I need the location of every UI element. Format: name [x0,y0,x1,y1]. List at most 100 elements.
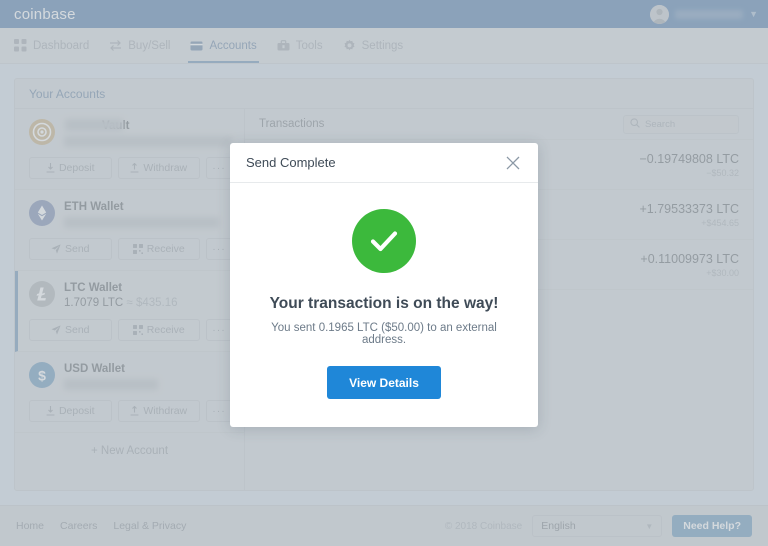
nav-label: Dashboard [33,39,90,52]
footer-right: © 2018 Coinbase English ▼ Need Help? [445,515,752,537]
transaction-fiat-amount: +$454.65 [701,217,739,228]
account-item-vault[interactable]: Vault Deposit [15,109,244,190]
download-arrow-icon [46,406,55,416]
more-options-button[interactable]: ··· [206,238,232,260]
search-placeholder: Search [645,118,676,130]
more-options-button[interactable]: ··· [206,400,232,422]
nav-item-tools[interactable]: Tools [267,28,333,63]
account-actions: Deposit Withdraw ··· [29,400,232,422]
need-help-button[interactable]: Need Help? [672,515,752,537]
receive-button[interactable]: Receive [117,319,200,341]
button-label: Deposit [58,162,95,174]
nav-item-settings[interactable]: Settings [333,28,414,63]
top-brand-bar: coinbase ▼ [0,0,768,28]
user-menu[interactable]: ▼ [650,0,758,28]
check-circle-icon [352,209,416,273]
account-balance-blurred [64,136,232,147]
nav-item-dashboard[interactable]: Dashboard [14,28,99,63]
account-meta: ETH Wallet [64,200,232,228]
new-account-button[interactable]: + New Account [15,433,244,490]
user-avatar-icon [650,4,670,24]
transaction-fiat-amount: +$30.00 [706,267,739,278]
ethereum-icon [29,200,55,226]
account-item-eth-wallet[interactable]: ETH Wallet Send Receive ··· [15,190,244,271]
svg-text:$: $ [38,368,46,384]
close-icon[interactable] [504,154,522,172]
account-actions: Send Receive ··· [29,238,232,260]
toolbox-icon [277,39,290,52]
usd-dollar-icon: $ [29,362,55,388]
more-dots-icon: ··· [212,243,226,255]
nav-label: Buy/Sell [128,39,171,52]
withdraw-button[interactable]: Withdraw [117,400,200,422]
paper-plane-icon [51,244,61,254]
nav-item-accounts[interactable]: Accounts [180,28,266,63]
coinbase-logo[interactable]: coinbase [14,6,76,23]
more-options-button[interactable]: ··· [206,319,232,341]
deposit-button[interactable]: Deposit [29,157,112,179]
send-complete-modal: Send Complete Your transaction is on the… [230,143,538,427]
account-row: LTC Wallet 1.7079 LTC ≈ $435.16 [29,281,232,309]
nav-label: Settings [361,39,404,52]
upload-arrow-icon [130,163,139,173]
account-name: ETH Wallet [64,201,124,213]
account-row: $ USD Wallet [29,362,232,390]
transaction-crypto-amount: +0.11009973 LTC [640,251,739,266]
deposit-button[interactable]: Deposit [29,400,112,422]
account-balance: 1.7079 LTC ≈ $435.16 [64,297,232,309]
language-value: English [541,520,576,532]
withdraw-button[interactable]: Withdraw [117,157,200,179]
modal-subtext: You sent 0.1965 LTC ($50.00) to an exter… [271,322,497,346]
vault-target-icon [29,119,55,145]
account-meta: LTC Wallet 1.7079 LTC ≈ $435.16 [64,281,232,309]
account-name: LTC Wallet [64,282,123,294]
button-label: Receive [146,324,185,336]
transaction-crypto-amount: +1.79533373 LTC [639,201,740,216]
account-row: ETH Wallet [29,200,232,228]
copyright-text: © 2018 Coinbase [444,520,523,532]
account-meta: USD Wallet [64,362,232,390]
modal-header: Send Complete [230,143,538,183]
search-input[interactable]: Search [623,114,739,134]
modal-heading: Your transaction is on the way! [269,295,499,312]
more-dots-icon: ··· [212,405,226,417]
paper-plane-icon [51,325,61,335]
qr-code-icon [132,244,143,254]
language-select[interactable]: English ▼ [532,515,663,537]
footer-links: Home Careers Legal & Privacy [16,520,186,532]
litecoin-icon [29,281,55,307]
receive-button[interactable]: Receive [117,238,200,260]
balance-usd: ≈ $435.16 [126,297,178,309]
button-label: Withdraw [143,405,188,417]
footer-link-home[interactable]: Home [16,520,44,532]
send-button[interactable]: Send [29,319,112,341]
chevron-down-icon: ▼ [749,8,758,19]
button-label: Send [64,243,90,255]
account-actions: Send Receive ··· [29,319,232,341]
view-details-button[interactable]: View Details [327,366,441,399]
account-balance-blurred [64,217,219,228]
account-name-prefix-blurred [65,119,123,131]
accounts-list: Vault Deposit [15,109,245,490]
balance-crypto: 1.7079 LTC [64,297,124,309]
transaction-fiat-amount: −$50.32 [706,167,739,178]
footer-link-careers[interactable]: Careers [60,520,97,532]
account-item-ltc-wallet[interactable]: LTC Wallet 1.7079 LTC ≈ $435.16 Send Rec… [15,271,244,352]
account-item-usd-wallet[interactable]: $ USD Wallet Deposit Withdraw ··· [15,352,244,433]
more-dots-icon: ··· [212,162,226,174]
transaction-amount: +0.11009973 LTC +$30.00 [640,252,739,278]
grid-icon [14,39,27,52]
transactions-title: Transactions [259,118,325,130]
button-label: Withdraw [143,162,188,174]
exchange-arrows-icon [109,39,122,52]
main-nav: Dashboard Buy/Sell Accounts Tools Settin… [0,28,768,64]
transaction-amount: −0.19749808 LTC −$50.32 [640,152,740,178]
send-button[interactable]: Send [29,238,112,260]
transaction-amount: +1.79533373 LTC +$454.65 [640,202,740,228]
wallet-icon [190,39,203,52]
footer-link-legal-privacy[interactable]: Legal & Privacy [113,520,186,532]
modal-title: Send Complete [246,155,336,170]
nav-item-buy-sell[interactable]: Buy/Sell [99,28,180,63]
more-options-button[interactable]: ··· [206,157,232,179]
modal-body: Your transaction is on the way! You sent… [230,183,538,427]
